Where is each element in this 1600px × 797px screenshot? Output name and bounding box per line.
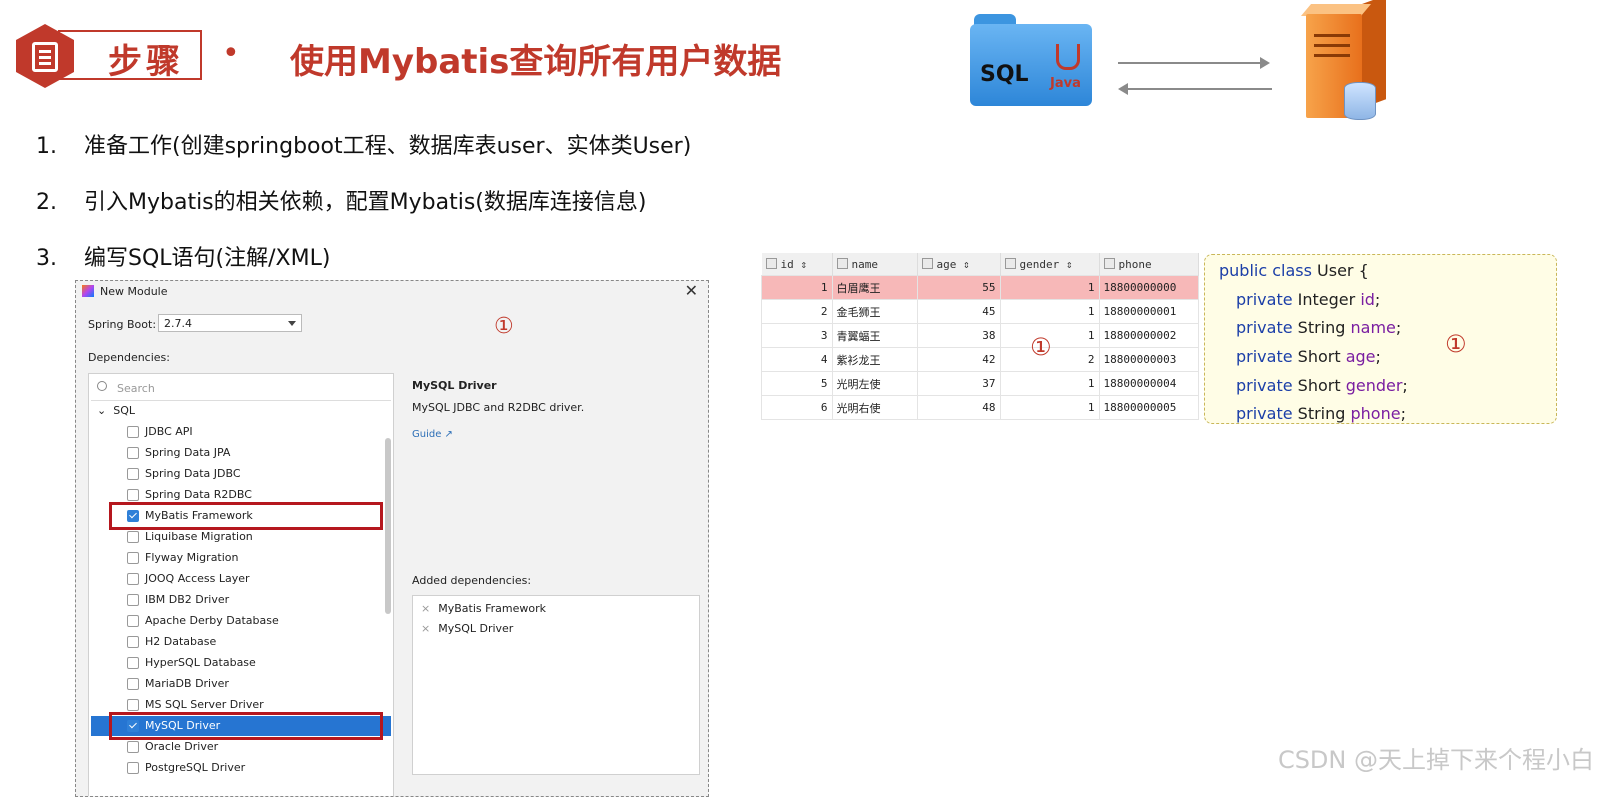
dependency-item[interactable]: H2 Database [91,632,391,652]
dialog-titlebar: New Module ✕ [76,281,708,303]
code-line-field: private String phone; [1236,404,1406,423]
chevron-down-icon [288,321,296,326]
checkbox[interactable] [127,447,139,459]
column-header-name[interactable]: name [832,253,918,276]
dependency-detail: MySQL Driver MySQL JDBC and R2DBC driver… [412,379,692,440]
table-row[interactable]: 4 紫衫龙王 42 2 18800000003 [761,347,1199,372]
search-icon [97,381,107,391]
highlight-box-mybatis [109,502,383,530]
step-2: 2. 引入Mybatis的相关依赖，配置Mybatis(数据库连接信息) [36,190,647,215]
document-icon [32,42,58,72]
marker-circle-1: ① [494,314,514,339]
column-icon [836,257,848,269]
intellij-logo-icon [82,285,94,297]
new-module-dialog: New Module ✕ Spring Boot: 2.7.4 ① Depend… [75,280,709,797]
column-header-id[interactable]: id ⇕ [761,253,833,276]
dependency-item[interactable]: MariaDB Driver [91,674,391,694]
checkbox[interactable] [127,636,139,648]
page-title: 使用Mybatis查询所有用户数据 [290,42,782,82]
step-1: 1. 准备工作(创建springboot工程、数据库表user、实体类User) [36,134,692,159]
column-header-age[interactable]: age ⇕ [917,253,1001,276]
dependency-item[interactable]: Oracle Driver [91,737,391,757]
key-column-icon [765,257,777,269]
checkbox[interactable] [127,489,139,501]
checkbox[interactable] [127,615,139,627]
remove-icon[interactable]: × [421,622,430,635]
checkbox[interactable] [127,657,139,669]
column-header-phone[interactable]: phone [1099,253,1199,276]
added-item: × MySQL Driver [421,622,514,635]
user-class-code: public class User { private Integer id; … [1204,254,1557,424]
table-row[interactable]: 5 光明左使 37 1 18800000004 [761,371,1199,396]
spring-boot-version-select[interactable]: 2.7.4 [158,314,302,332]
code-line-class: public class User { [1219,261,1369,280]
checkbox[interactable] [127,762,139,774]
checkbox[interactable] [127,678,139,690]
sql-java-folder-icon: SQL Java [970,14,1092,106]
marker-circle-2: ① [1030,333,1052,361]
search-input[interactable]: Search [91,376,391,401]
dependencies-label: Dependencies: [88,351,170,364]
highlight-box-mysql [109,712,383,740]
folder-sql-label: SQL [980,62,1029,87]
badge-label: 步骤 [108,42,184,82]
checkbox[interactable] [127,531,139,543]
watermark: CSDN @天上掉下来个程小白 [1277,746,1594,774]
checkbox[interactable] [127,594,139,606]
dependencies-tree: Search ⌄ SQL JDBC API Spring Data JPA Sp… [88,373,394,796]
table-header: id ⇕ name age ⇕ gender ⇕ phone [761,253,1199,276]
column-icon [921,257,933,269]
table-row[interactable]: 6 光明右使 48 1 18800000005 [761,395,1199,420]
detail-title: MySQL Driver [412,379,497,392]
step-1-text: 准备工作(创建springboot工程、数据库表user、实体类User) [84,134,692,159]
dependency-item[interactable]: IBM DB2 Driver [91,590,391,610]
code-line-field: private Integer id; [1236,290,1381,309]
dependency-item[interactable]: PostgreSQL Driver [91,758,391,778]
code-line-field: private String name; [1236,318,1402,337]
dependency-item[interactable]: Spring Data JDBC [91,464,391,484]
checkbox[interactable] [127,573,139,585]
step-3: 3. 编写SQL语句(注解/XML) [36,246,331,271]
spring-boot-label: Spring Boot: [88,318,157,331]
dialog-title: New Module [100,285,168,298]
database-server-icon [1300,0,1390,122]
database-cylinder-icon [1344,82,1376,120]
table-row[interactable]: 3 青翼蝠王 38 1 18800000002 [761,323,1199,348]
added-dependencies-list: × MyBatis Framework × MySQL Driver [412,595,700,775]
remove-icon[interactable]: × [421,602,430,615]
step-badge: 步骤 [16,24,202,88]
folder-java-label: Java [1050,76,1081,91]
step-3-text: 编写SQL语句(注解/XML) [84,246,331,271]
title-bullet: • [222,36,240,71]
code-line-field: private Short age; [1236,347,1381,366]
close-icon[interactable]: ✕ [685,281,698,300]
guide-link[interactable]: Guide ↗ [412,429,453,440]
java-cup-icon [1056,44,1080,70]
column-icon [1103,257,1115,269]
marker-circle-3: ① [1445,330,1467,358]
group-sql[interactable]: ⌄ SQL [97,404,135,417]
checkbox[interactable] [127,552,139,564]
checkbox[interactable] [127,468,139,480]
dependency-item[interactable]: HyperSQL Database [91,653,391,673]
detail-description: MySQL JDBC and R2DBC driver. [412,401,585,414]
table-row[interactable]: 2 金毛狮王 45 1 18800000001 [761,299,1199,324]
user-db-table: id ⇕ name age ⇕ gender ⇕ phone 1 白眉鹰王 55 1 1… [761,253,1199,420]
step-2-text: 引入Mybatis的相关依赖，配置Mybatis(数据库连接信息) [84,190,647,215]
dependency-item[interactable]: Flyway Migration [91,548,391,568]
added-item: × MyBatis Framework [421,602,546,615]
checkbox[interactable] [127,426,139,438]
code-line-field: private Short gender; [1236,376,1408,395]
dependency-item[interactable]: Spring Data JPA [91,443,391,463]
column-icon [1004,257,1016,269]
added-dependencies-label: Added dependencies: [412,574,532,587]
checkbox[interactable] [127,699,139,711]
dependency-item[interactable]: JDBC API [91,422,391,442]
checkbox[interactable] [127,741,139,753]
column-header-gender[interactable]: gender ⇕ [1000,253,1100,276]
dependency-item[interactable]: Liquibase Migration [91,527,391,547]
dependency-item[interactable]: JOOQ Access Layer [91,569,391,589]
table-row[interactable]: 1 白眉鹰王 55 1 18800000000 [761,275,1199,300]
dependency-item[interactable]: Apache Derby Database [91,611,391,631]
